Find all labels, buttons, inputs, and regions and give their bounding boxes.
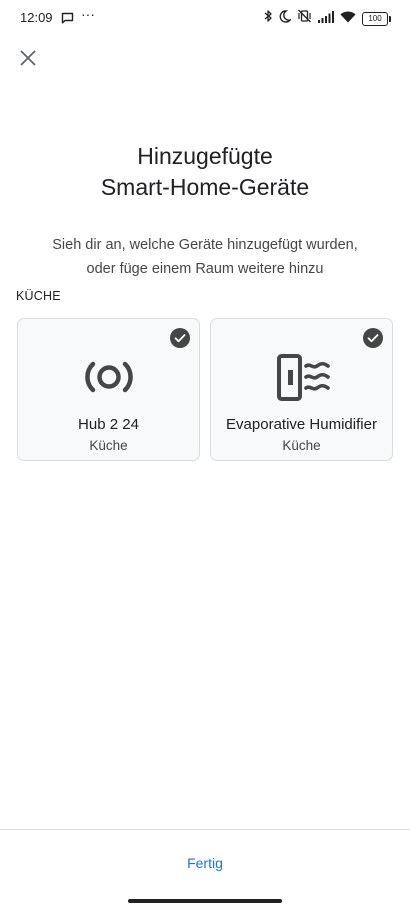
screen: 12:09 ··· 100 Hinzugefügte Smart-Home-Ge…	[0, 0, 410, 911]
status-bar: 12:09 ··· 100	[0, 0, 410, 34]
device-room: Küche	[89, 438, 128, 453]
page-subtitle-line2: oder füge einem Raum weitere hinzu	[86, 261, 324, 277]
page-title-line2: Smart-Home-Geräte	[100, 174, 310, 200]
bluetooth-icon	[264, 9, 273, 28]
hub-icon	[84, 361, 133, 393]
device-card-hub[interactable]: Hub 2 24 Küche	[17, 318, 200, 461]
device-card-humidifier[interactable]: Evaporative Humidifier Küche	[210, 318, 393, 461]
close-icon	[20, 50, 36, 66]
status-icons: 100	[264, 9, 391, 28]
wifi-icon	[340, 10, 356, 28]
done-button[interactable]: Fertig	[155, 848, 255, 878]
moon-icon	[279, 9, 292, 28]
device-room: Küche	[282, 438, 321, 453]
more-notifications-icon: ···	[81, 6, 95, 22]
page-title-line1: Hinzugefügte	[137, 143, 273, 169]
room-section-label: KÜCHE	[16, 289, 61, 303]
home-indicator[interactable]	[128, 899, 282, 903]
page-subtitle: Sieh dir an, welche Geräte hinzugefügt w…	[20, 233, 390, 281]
status-time: 12:09	[20, 10, 53, 25]
check-circle-icon	[363, 328, 383, 348]
humidifier-icon	[276, 354, 330, 401]
vibrate-off-icon	[297, 9, 312, 28]
message-icon	[61, 11, 74, 29]
device-name: Hub 2 24	[78, 416, 139, 433]
device-name: Evaporative Humidifier	[226, 416, 377, 433]
close-button[interactable]	[14, 44, 42, 72]
check-circle-icon	[170, 328, 190, 348]
footer-divider	[0, 829, 410, 830]
page-subtitle-line1: Sieh dir an, welche Geräte hinzugefügt w…	[52, 237, 358, 253]
battery-icon: 100	[362, 11, 391, 26]
signal-icon	[318, 10, 334, 28]
page-title: Hinzugefügte Smart-Home-Geräte	[0, 141, 410, 203]
